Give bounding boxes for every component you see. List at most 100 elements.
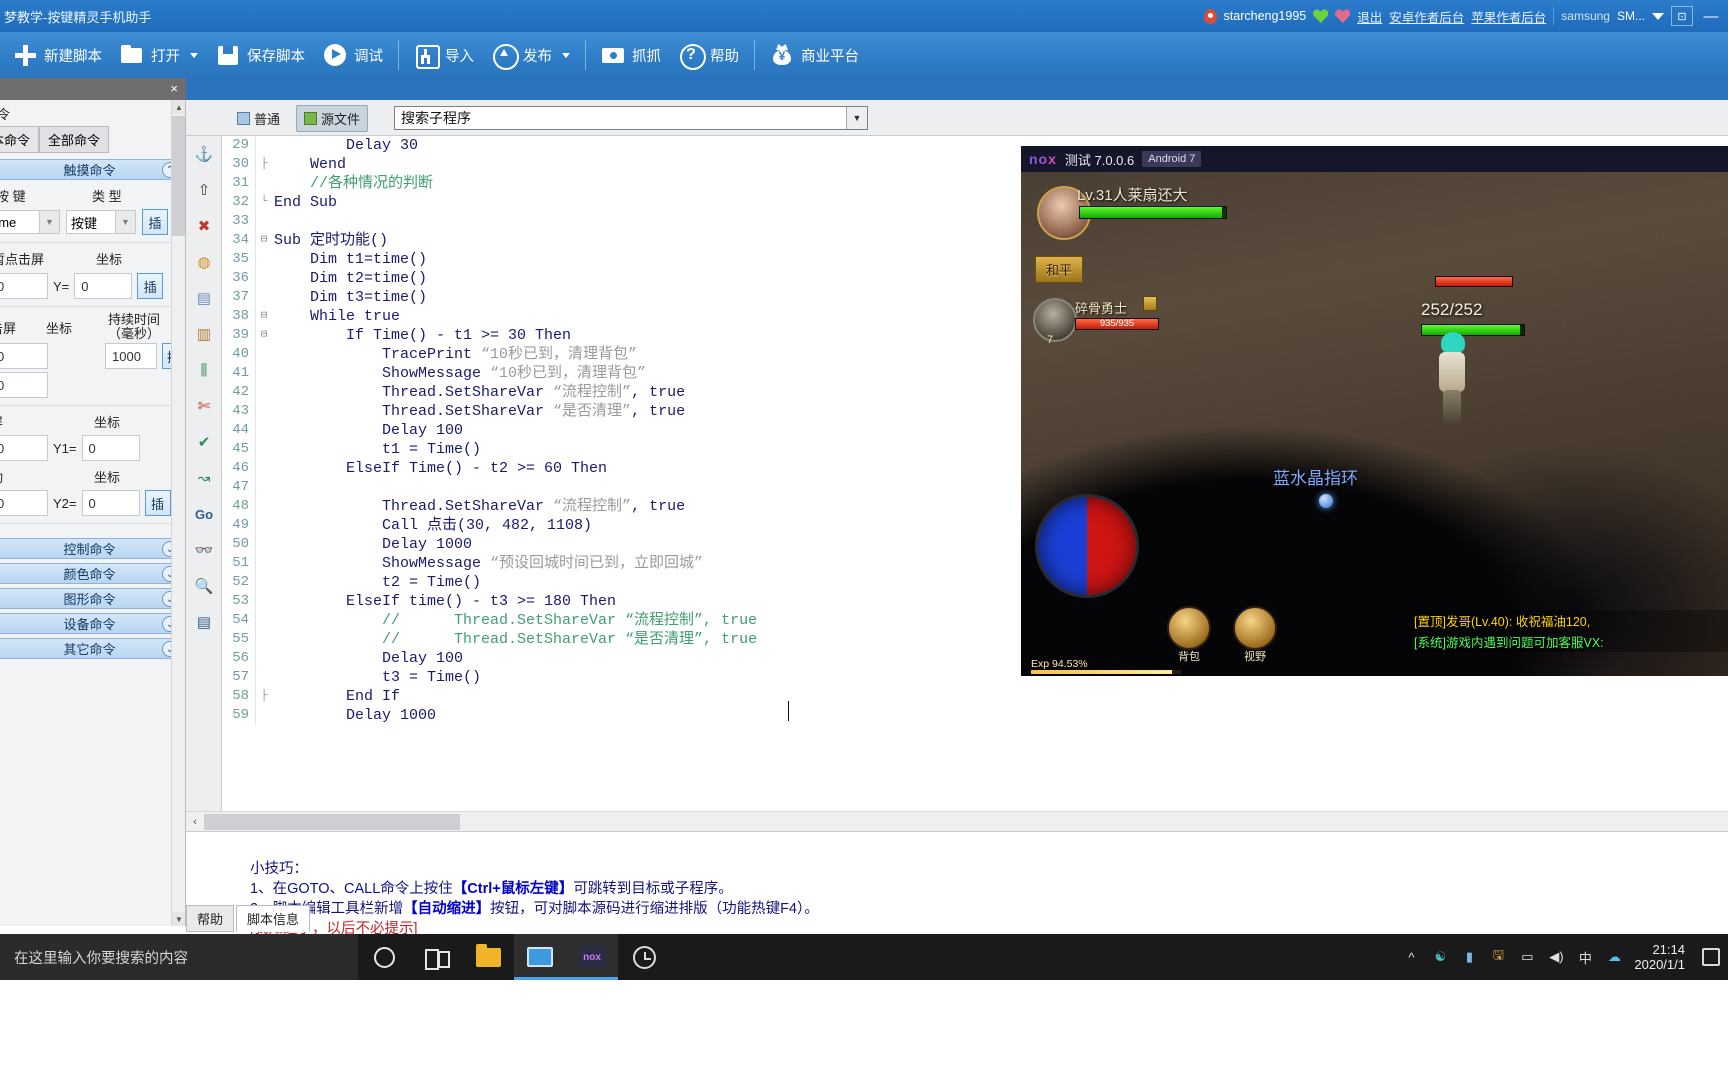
clock-app-icon[interactable] — [618, 934, 670, 980]
chevron-down-icon[interactable]: ▼ — [115, 211, 135, 233]
insert-command-button[interactable]: 插 — [142, 209, 168, 235]
fold-marker[interactable]: ⊟ — [256, 231, 272, 250]
fold-marker[interactable] — [256, 478, 272, 497]
group-other-commands[interactable]: 其它命令 ⌄ — [0, 638, 183, 659]
tab-help[interactable]: 帮助 — [186, 905, 235, 932]
fold-marker[interactable]: └ — [256, 193, 272, 212]
cut-icon[interactable]: ✄ — [186, 388, 222, 424]
game-view[interactable]: Lv.31人莱扇还大 和平 碎骨勇士 935/935 7 252/252 蓝水晶… — [1021, 172, 1728, 676]
fold-marker[interactable] — [256, 288, 272, 307]
swipe-y2-input[interactable]: 0 — [81, 490, 140, 516]
emulator-window[interactable]: nox 测试 7.0.0.6 Android 7 Lv.31人莱扇还大 和平 碎… — [1021, 146, 1728, 676]
tab-all-commands[interactable]: 全部命令 — [39, 126, 110, 153]
tap-x-input[interactable]: 0 — [0, 273, 48, 299]
show-hidden-icons-icon[interactable]: ^ — [1402, 948, 1420, 966]
fold-marker[interactable] — [256, 136, 272, 155]
goto-icon[interactable]: Go — [186, 496, 222, 532]
open-button[interactable]: 打开 — [111, 35, 207, 75]
backpack-button[interactable] — [1167, 606, 1211, 650]
insert-command-button[interactable]: 插 — [137, 273, 164, 299]
save-script-button[interactable]: 保存脚本 — [207, 35, 314, 75]
chevron-down-icon[interactable] — [1652, 12, 1664, 20]
scroll-up-icon[interactable]: ▲ — [172, 100, 185, 114]
tap-y-input[interactable]: 0 — [74, 273, 133, 299]
press-x-input[interactable]: 0 — [0, 343, 48, 369]
scrollbar-thumb[interactable] — [172, 116, 185, 236]
insert-anchor-icon[interactable]: ⚓ — [186, 136, 222, 172]
tab-script-info[interactable]: 脚本信息 — [236, 905, 311, 932]
chat-panel[interactable]: [置顶]发哥(Lv.40): 收祝福油120, [系统]游戏内遇到问题可加客服V… — [1408, 610, 1728, 652]
fold-marker[interactable] — [256, 573, 272, 592]
redo-icon[interactable]: ↝ — [186, 460, 222, 496]
paste-icon[interactable]: ▥ — [186, 316, 222, 352]
group-graphic-commands[interactable]: 图形命令 ⌄ — [0, 588, 183, 609]
peace-mode-button[interactable]: 和平 — [1035, 256, 1084, 283]
network-icon[interactable]: ▭ — [1518, 948, 1536, 966]
cloud-sync-icon[interactable]: ☁ — [1605, 948, 1623, 966]
close-icon[interactable]: × — [170, 81, 178, 96]
comment-icon[interactable]: ⫼ — [186, 352, 222, 388]
green-heart-icon[interactable] — [1313, 9, 1329, 23]
mode-normal-button[interactable]: 普通 — [230, 106, 287, 131]
fold-marker[interactable] — [256, 383, 272, 402]
fold-marker[interactable] — [256, 611, 272, 630]
document-tab[interactable]: × — [0, 78, 186, 100]
chevron-down-icon[interactable]: ▼ — [39, 211, 59, 233]
fold-marker[interactable] — [256, 592, 272, 611]
fold-marker[interactable] — [256, 630, 272, 649]
group-touch-commands[interactable]: 触摸命令 ⌃ — [0, 159, 183, 180]
fold-marker[interactable] — [256, 668, 272, 687]
code-line[interactable]: 58 ├ End If — [222, 687, 1728, 706]
swipe-x2-input[interactable]: 0 — [0, 490, 48, 516]
restore-window-button[interactable]: ⊡ — [1671, 6, 1693, 26]
ios-author-console-link[interactable]: 苹果作者后台 — [1471, 7, 1546, 26]
press-y-input[interactable]: 0 — [0, 372, 48, 398]
ime-indicator[interactable]: 中 — [1576, 948, 1594, 966]
check-icon[interactable]: ✔ — [186, 424, 222, 460]
swipe-y1-input[interactable]: 0 — [81, 435, 140, 461]
binoculars-icon[interactable]: 👓 — [186, 532, 222, 568]
sight-button[interactable] — [1233, 606, 1277, 650]
fold-marker[interactable] — [256, 345, 272, 364]
scroll-left-icon[interactable]: ‹ — [186, 813, 204, 831]
type-select[interactable]: 按键 ▼ — [66, 210, 136, 234]
fold-marker[interactable] — [256, 269, 272, 288]
press-duration-input[interactable]: 1000 — [105, 343, 157, 369]
key-select[interactable]: ome ▼ — [0, 210, 60, 234]
capture-button[interactable]: 抓抓 — [592, 35, 670, 75]
fold-marker[interactable] — [256, 364, 272, 383]
fold-marker[interactable] — [256, 554, 272, 573]
dropped-item-icon[interactable] — [1319, 494, 1333, 508]
group-color-commands[interactable]: 颜色命令 ⌄ — [0, 563, 183, 584]
chevron-down-icon[interactable] — [190, 52, 198, 58]
fold-marker[interactable]: ├ — [256, 155, 272, 174]
command-panel-scrollbar[interactable]: ▲ ▼ — [171, 100, 185, 926]
fold-marker[interactable] — [256, 459, 272, 478]
fold-marker[interactable]: ├ — [256, 687, 272, 706]
debug-button[interactable]: 调试 — [314, 35, 392, 75]
cortana-icon[interactable] — [358, 934, 410, 980]
mode-source-button[interactable]: 源文件 — [296, 105, 369, 132]
code-line[interactable]: 59 Delay 1000 — [222, 706, 1728, 725]
file-explorer-icon[interactable] — [462, 934, 514, 980]
fold-marker[interactable] — [256, 706, 272, 725]
group-device-commands[interactable]: 设备命令 ⌄ — [0, 613, 183, 634]
move-up-icon[interactable]: ⇧ — [186, 172, 222, 208]
nox-player-icon[interactable]: nox — [566, 934, 618, 980]
notification-center-icon[interactable] — [1702, 948, 1720, 966]
list-icon[interactable]: ▤ — [186, 604, 222, 640]
fold-marker[interactable] — [256, 174, 272, 193]
fold-marker[interactable] — [256, 402, 272, 421]
swipe-x1-input[interactable]: 0 — [0, 435, 48, 461]
storage-icon[interactable]: 🖫 — [1489, 947, 1507, 966]
fold-marker[interactable] — [256, 250, 272, 269]
fold-marker[interactable] — [256, 440, 272, 459]
search-replace-icon[interactable]: 🔍 — [186, 568, 222, 604]
fold-marker[interactable] — [256, 516, 272, 535]
fold-marker[interactable] — [256, 497, 272, 516]
new-script-button[interactable]: 新建脚本 — [4, 35, 111, 75]
chevron-down-icon[interactable] — [562, 52, 570, 58]
publish-button[interactable]: 发布 — [483, 35, 579, 75]
dropped-item-label[interactable]: 蓝水晶指环 — [1273, 464, 1358, 489]
business-platform-button[interactable]: 商业平台 — [761, 35, 868, 75]
